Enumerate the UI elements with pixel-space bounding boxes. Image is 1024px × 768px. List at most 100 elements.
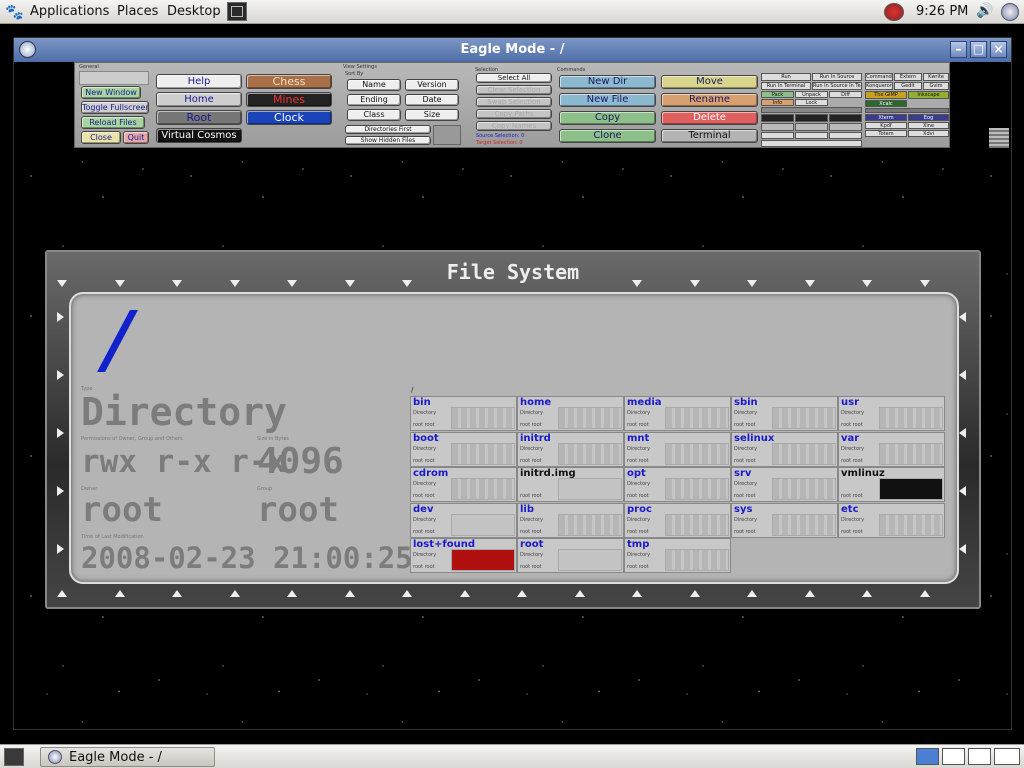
delete-button[interactable]: Delete xyxy=(661,111,758,125)
theme-preview[interactable] xyxy=(433,125,461,145)
info-command[interactable]: Info xyxy=(761,99,794,106)
file-system-panel[interactable]: File System / Type Directory Permissions… xyxy=(45,250,981,609)
dir-entry[interactable]: sbin Directory root root xyxy=(731,396,838,431)
toggle-fullscreen-button[interactable]: Toggle Fullscreen xyxy=(81,101,149,114)
panel-clock[interactable]: 9:26 PM xyxy=(916,4,968,19)
clone-button[interactable]: Clone xyxy=(559,129,656,143)
xcalc-command[interactable]: Xcalc xyxy=(865,100,907,107)
virtual-cosmos-bookmark-button[interactable]: Virtual Cosmos xyxy=(156,128,242,143)
eog-command[interactable]: Eog xyxy=(908,114,949,121)
dir-entry[interactable]: srv Directory root root xyxy=(731,467,838,503)
unpack-archive-command[interactable] xyxy=(829,114,862,122)
maximize-button[interactable]: □ xyxy=(970,41,987,58)
help-bookmark-button[interactable]: Help xyxy=(156,74,242,89)
show-hidden-files-toggle[interactable]: Show Hidden Files xyxy=(345,136,431,145)
gedit-command[interactable]: Gedit xyxy=(894,82,922,90)
diff-command[interactable]: Diff xyxy=(829,91,862,98)
panel-resize-handle[interactable] xyxy=(989,128,1009,148)
clock-bookmark-button[interactable]: Clock xyxy=(246,110,332,125)
dir-entry[interactable]: bin Directory root root xyxy=(410,396,517,431)
menu-desktop[interactable]: Desktop xyxy=(167,4,221,19)
reload-files-button[interactable]: Reload Files xyxy=(81,116,145,129)
konqueror-command[interactable]: Konqueror xyxy=(865,82,893,90)
dir-entry[interactable]: initrd.img root root xyxy=(517,467,624,503)
dir-entry[interactable]: proc Directory root root xyxy=(624,502,731,538)
taskbar-eagle-mode-button[interactable]: Eagle Mode - / xyxy=(40,747,215,767)
dir-entry[interactable]: sys Directory root root xyxy=(731,502,838,538)
lock-command[interactable]: Lock xyxy=(795,99,828,106)
dir-entry[interactable]: home Directory root root xyxy=(517,396,624,431)
dir-entry[interactable]: media Directory root root xyxy=(624,396,731,431)
dir-entry[interactable]: mnt Directory root root xyxy=(624,431,731,467)
quit-button[interactable]: Quit xyxy=(123,131,149,144)
swap-selection-button[interactable]: Swap Selection xyxy=(476,97,552,107)
copy-names-button[interactable]: Copy Names xyxy=(476,121,552,131)
kpdf-command[interactable]: Kpdf xyxy=(865,122,907,129)
new-window-button[interactable]: New Window xyxy=(81,86,141,99)
sort-class-button[interactable]: Class xyxy=(347,109,401,121)
extra-command-c[interactable] xyxy=(829,123,862,131)
workspace-4[interactable] xyxy=(994,748,1020,765)
dir-entry[interactable]: lost+found Directory root root xyxy=(410,538,517,574)
dir-entry[interactable]: dev Directory root root xyxy=(410,502,517,538)
run-in-terminal-command[interactable]: Run In Terminal xyxy=(761,82,811,90)
gimp-command[interactable]: The GIMP xyxy=(865,91,907,99)
close-button[interactable]: Close xyxy=(81,131,121,144)
totem-command[interactable]: Totem xyxy=(865,130,907,137)
dir-entry[interactable]: boot Directory root root xyxy=(410,431,517,467)
run-in-source-in-terminal-command[interactable]: Run In Source In Terminal xyxy=(812,82,862,90)
eagle-tray-icon[interactable] xyxy=(1001,3,1019,21)
dir-entry[interactable]: root Directory root root xyxy=(517,538,624,574)
unpack-command[interactable]: Unpack xyxy=(795,91,828,98)
window-titlebar[interactable]: Eagle Mode - / – □ × xyxy=(14,38,1011,62)
new-dir-button[interactable]: New Dir xyxy=(559,75,656,89)
run-in-source-command[interactable]: Run In Source xyxy=(812,73,862,81)
extern-command[interactable]: Extern xyxy=(894,73,922,81)
dir-entry[interactable]: etc Directory root root xyxy=(838,502,945,538)
terminal-button[interactable]: Terminal xyxy=(661,129,758,143)
workspace-1[interactable] xyxy=(916,748,939,765)
extra-command-d[interactable] xyxy=(761,132,794,139)
terminal-launcher-icon[interactable] xyxy=(227,2,247,21)
menu-places[interactable]: Places xyxy=(117,4,158,19)
extra-command-a[interactable] xyxy=(761,123,794,131)
dir-entry[interactable]: cdrom Directory root root xyxy=(410,467,517,503)
sort-ending-button[interactable]: Ending xyxy=(347,94,401,106)
workspace-3[interactable] xyxy=(968,748,991,765)
xdvi-command[interactable]: Xdvi xyxy=(908,130,949,137)
menu-applications[interactable]: Applications xyxy=(30,4,109,19)
volume-icon[interactable]: 🔊 xyxy=(976,3,993,19)
root-directory-panel[interactable]: / Type Directory Permissions of Owner, G… xyxy=(69,292,959,584)
network-status-icon[interactable] xyxy=(884,3,904,21)
gnome-foot-icon[interactable]: 🐾 xyxy=(5,3,24,21)
copy-button[interactable]: Copy xyxy=(559,111,656,125)
dir-entry[interactable]: var Directory root root xyxy=(838,431,945,467)
directories-first-toggle[interactable]: Directories First xyxy=(345,125,431,134)
pack-tar-command[interactable] xyxy=(761,114,794,122)
minimize-button[interactable]: – xyxy=(950,41,967,58)
pack-command[interactable]: Pack xyxy=(761,91,794,98)
select-all-button[interactable]: Select All xyxy=(476,73,552,83)
inkscape-command[interactable]: Inkscape xyxy=(908,91,949,99)
workspace-2[interactable] xyxy=(942,748,965,765)
command-command[interactable]: Command xyxy=(865,73,893,81)
dir-entry[interactable]: usr Directory root root xyxy=(838,396,945,431)
xine-command[interactable]: Xine xyxy=(908,122,949,129)
dir-entry[interactable]: opt Directory root root xyxy=(624,467,731,503)
dir-entry[interactable]: initrd Directory root root xyxy=(517,431,624,467)
extra-command-g[interactable] xyxy=(761,140,862,147)
run-command[interactable]: Run xyxy=(761,73,811,81)
copy-paths-button[interactable]: Copy Paths xyxy=(476,109,552,119)
extra-command-b[interactable] xyxy=(795,123,828,131)
chess-bookmark-button[interactable]: Chess xyxy=(246,74,332,89)
dir-entry[interactable]: vmlinuz root root xyxy=(838,467,945,503)
home-bookmark-button[interactable]: Home xyxy=(156,92,242,107)
extra-command-e[interactable] xyxy=(795,132,828,139)
rename-button[interactable]: Rename xyxy=(661,93,758,107)
dir-entry[interactable]: selinux Directory root root xyxy=(731,431,838,467)
root-bookmark-button[interactable]: Root xyxy=(156,110,242,125)
dir-entry[interactable]: tmp Directory root root xyxy=(624,538,731,574)
show-desktop-button[interactable] xyxy=(4,748,24,766)
extra-command-f[interactable] xyxy=(829,132,862,139)
mines-bookmark-button[interactable]: Mines xyxy=(246,92,332,107)
